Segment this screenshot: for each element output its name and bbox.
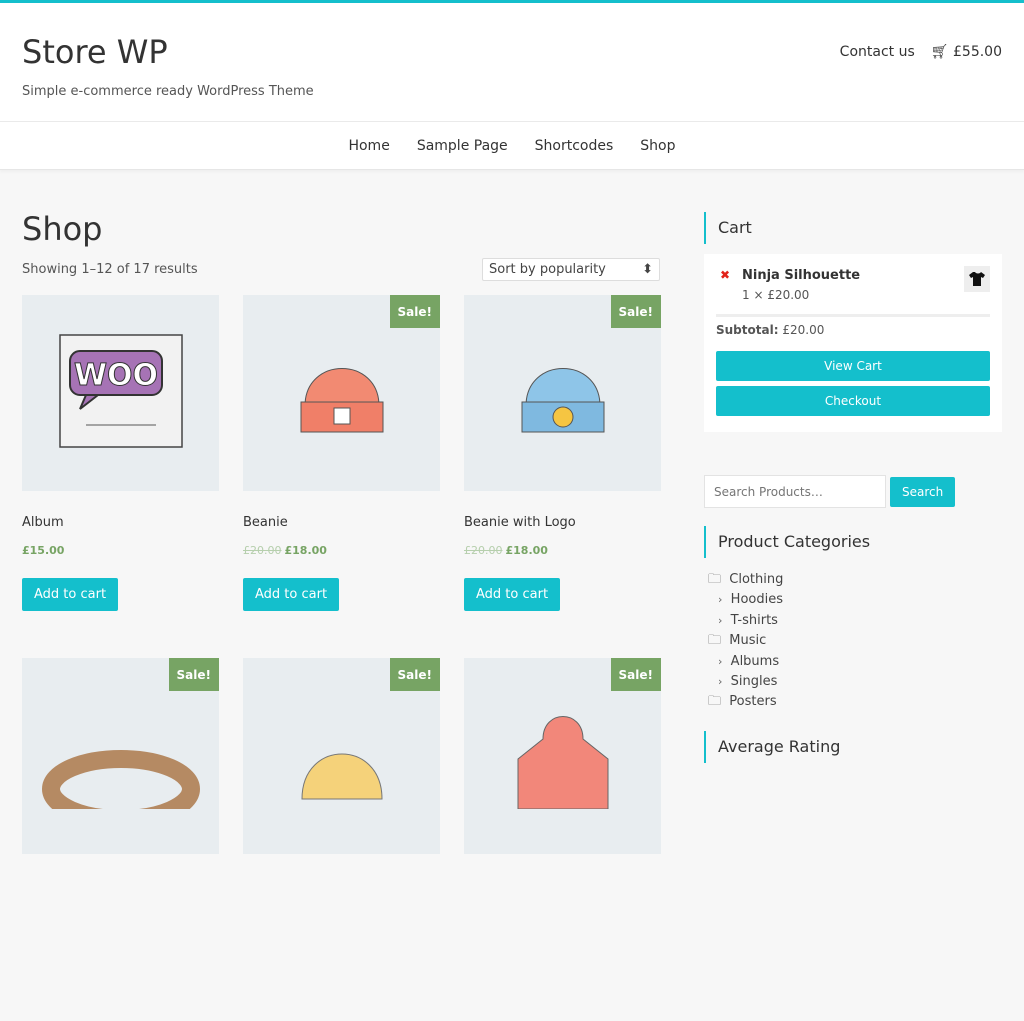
product-price: £20.00 £18.00 <box>243 544 440 557</box>
woo-album-icon: WOO <box>56 331 186 455</box>
remove-item-icon[interactable]: ✖ <box>720 268 730 282</box>
cart-item-qty: 1 × £20.00 <box>742 288 810 302</box>
category-label: Hoodies <box>730 592 783 608</box>
beanie-blue-icon <box>508 336 618 450</box>
folder-icon: 🗀︎ <box>708 694 722 710</box>
category-label: Singles <box>730 674 778 690</box>
product-card: Sale! <box>243 658 440 1021</box>
product-image[interactable]: WOO <box>22 295 219 491</box>
product-image[interactable]: Sale! <box>464 295 661 491</box>
product-card: Sale! Beanie £20.00 £18.00 Add to cart <box>243 295 440 658</box>
old-price: £20.00 <box>464 544 503 557</box>
view-cart-button[interactable]: View Cart <box>716 351 990 381</box>
product-name[interactable]: Album <box>22 515 219 530</box>
category-label: Albums <box>730 653 780 669</box>
cap-icon <box>272 699 412 813</box>
category-label: Posters <box>729 694 777 710</box>
category-item[interactable]: › T-shirts <box>704 611 1002 631</box>
category-item[interactable]: › Albums <box>704 652 1002 672</box>
cart-widget-title: Cart <box>704 212 1002 244</box>
sale-badge: Sale! <box>610 658 661 691</box>
sale-badge: Sale! <box>389 295 440 328</box>
search-input[interactable] <box>704 475 886 508</box>
category-item[interactable]: 🗀︎ Posters <box>704 692 1002 712</box>
shop-content: Shop Showing 1–12 of 17 results Sort by … <box>22 210 661 1021</box>
header-cart-total: £55.00 <box>953 44 1002 60</box>
nav-shortcodes[interactable]: Shortcodes <box>535 138 614 154</box>
subtotal-label: Subtotal: <box>716 323 779 337</box>
category-item[interactable]: 🗀︎ Clothing <box>704 570 1002 590</box>
category-list: 🗀︎ Clothing › Hoodies › T-shirts 🗀︎ Music › … <box>704 570 1002 713</box>
category-item[interactable]: › Singles <box>704 672 1002 692</box>
site-tagline: Simple e-commerce ready WordPress Theme <box>22 84 314 99</box>
belt-icon <box>41 699 201 828</box>
add-to-cart-button[interactable]: Add to cart <box>464 578 561 611</box>
product-card: Sale! <box>464 658 661 1021</box>
sale-badge: Sale! <box>610 295 661 328</box>
product-image[interactable]: Sale! <box>243 658 440 854</box>
add-to-cart-button[interactable]: Add to cart <box>243 578 340 611</box>
current-price: £18.00 <box>505 544 548 557</box>
product-name[interactable]: Beanie with Logo <box>464 515 661 530</box>
sale-badge: Sale! <box>168 658 219 691</box>
category-label: Clothing <box>729 572 784 587</box>
nav-sample-page[interactable]: Sample Page <box>417 138 508 154</box>
select-arrows-icon: ⬍ <box>642 262 653 277</box>
svg-text:WOO: WOO <box>73 358 157 393</box>
current-price: £15.00 <box>22 544 65 557</box>
cart-icon: 🛒︎ <box>930 44 949 60</box>
header-cart-link[interactable]: 🛒︎ £55.00 <box>931 44 1002 60</box>
sort-select[interactable]: Sort by popularity ⬍ <box>482 258 660 281</box>
nav-shop[interactable]: Shop <box>640 138 675 154</box>
old-price: £20.00 <box>243 544 282 557</box>
divider <box>716 314 990 317</box>
site-title[interactable]: Store WP <box>22 33 168 71</box>
category-item[interactable]: › Hoodies <box>704 590 1002 610</box>
product-name[interactable]: Beanie <box>243 515 440 530</box>
chevron-right-icon: › <box>718 675 723 689</box>
mini-cart: ✖ Ninja Silhouette 1 × £20.00 Subtotal: … <box>704 254 1002 432</box>
folder-icon: 🗀︎ <box>708 633 722 649</box>
add-to-cart-button[interactable]: Add to cart <box>22 578 119 611</box>
subtotal-value: £20.00 <box>782 323 825 337</box>
current-price: £18.00 <box>284 544 327 557</box>
sale-badge: Sale! <box>389 658 440 691</box>
category-label: T-shirts <box>730 612 778 628</box>
site-header: Store WP Simple e-commerce ready WordPre… <box>0 3 1024 122</box>
product-image[interactable]: Sale! <box>464 658 661 854</box>
cart-item: ✖ Ninja Silhouette 1 × £20.00 <box>716 266 990 302</box>
page-title: Shop <box>22 210 103 248</box>
checkout-button[interactable]: Checkout <box>716 386 990 416</box>
sidebar: Cart ✖ Ninja Silhouette 1 × £20.00 Subto… <box>704 212 1002 763</box>
sort-value: Sort by popularity <box>489 262 606 277</box>
product-image[interactable]: Sale! <box>22 658 219 854</box>
tshirt-thumbnail[interactable] <box>964 266 990 292</box>
beanie-orange-icon <box>287 336 397 450</box>
product-card: Sale! Beanie with Logo £20.00 £18.00 Add t… <box>464 295 661 658</box>
category-label: Music <box>729 633 767 649</box>
main-nav: Home Sample Page Shortcodes Shop <box>0 122 1024 170</box>
category-item[interactable]: 🗀︎ Music <box>704 631 1002 651</box>
rating-title: Average Rating <box>704 730 1002 763</box>
product-grid: WOO Album £15.00 Add to cart Sale! Beanie £… <box>22 295 661 1021</box>
result-count: Showing 1–12 of 17 results <box>22 262 198 277</box>
chevron-right-icon: › <box>718 613 723 627</box>
chevron-right-icon: › <box>718 654 723 668</box>
product-card: Sale! <box>22 658 219 1021</box>
categories-title: Product Categories <box>704 526 1002 558</box>
search-button[interactable]: Search <box>890 477 956 507</box>
folder-icon: 🗀︎ <box>708 572 722 587</box>
nav-home[interactable]: Home <box>348 138 389 154</box>
product-price: £20.00 £18.00 <box>464 544 661 557</box>
product-card: WOO Album £15.00 Add to cart <box>22 295 219 658</box>
contact-link[interactable]: Contact us <box>840 44 915 60</box>
hoodie-icon <box>503 699 623 813</box>
product-price: £15.00 <box>22 544 219 557</box>
product-image[interactable]: Sale! <box>243 295 440 491</box>
chevron-right-icon: › <box>718 593 723 607</box>
cart-item-name[interactable]: Ninja Silhouette <box>742 268 860 283</box>
